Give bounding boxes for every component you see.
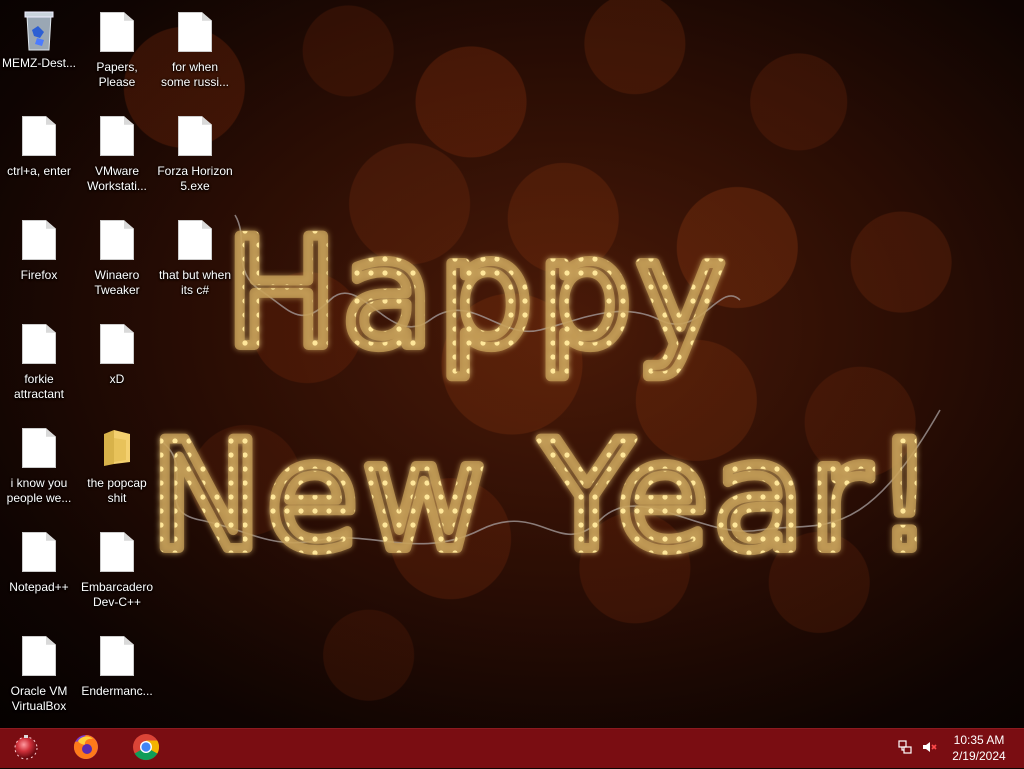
file-icon [178, 12, 212, 52]
file-icon [100, 532, 134, 572]
desktop-icon-label: MEMZ-Dest... [2, 56, 76, 70]
tray-volume-button[interactable] [918, 729, 940, 769]
svg-text:Happy: Happy [225, 207, 729, 381]
clock-time: 10:35 AM [953, 733, 1005, 747]
desktop-icon-papers-please[interactable]: Papers, Please [78, 12, 156, 90]
file-icon [100, 220, 134, 260]
desktop-icon-label: Forza Horizon 5.exe [157, 164, 233, 193]
desktop-icon-label: Oracle VM VirtualBox [10, 684, 68, 713]
svg-text:New Year!: New Year! [150, 410, 939, 584]
desktop-icon-label: that but when its c# [158, 268, 232, 297]
desktop-icon-forza[interactable]: Forza Horizon 5.exe [156, 116, 234, 194]
recycle-bin-icon [22, 8, 56, 51]
file-icon [178, 116, 212, 156]
file-icon [100, 116, 134, 156]
desktop-icon-endermanch[interactable]: Endermanc... [78, 636, 156, 699]
volume-muted-icon [921, 739, 937, 760]
start-button[interactable] [0, 729, 52, 769]
file-icon [22, 428, 56, 468]
desktop-icon-label: Endermanc... [81, 684, 153, 698]
desktop-icon-label: VMware Workstati... [87, 164, 147, 193]
desktop-icon-xd[interactable]: xD [78, 324, 156, 387]
file-icon [178, 220, 212, 260]
desktop-icon-label: forkie attractant [13, 372, 65, 401]
taskbar-chrome-button[interactable] [120, 729, 172, 769]
desktop-icon-label: the popcap shit [87, 476, 147, 505]
firefox-icon [71, 732, 101, 767]
desktop-icon-label: Winaero Tweaker [94, 268, 140, 297]
desktop-icon-for-when[interactable]: for when some russi... [156, 12, 234, 90]
chrome-icon [131, 732, 161, 767]
desktop-icon-label: i know you people we... [6, 476, 72, 505]
wallpaper-text-happy: HappyHappy [220, 202, 730, 386]
file-icon [100, 12, 134, 52]
desktop-icon-virtualbox[interactable]: Oracle VM VirtualBox [0, 636, 78, 714]
file-icon [100, 636, 134, 676]
file-icon [22, 116, 56, 156]
desktop-icon-memz[interactable]: MEMZ-Dest... [0, 8, 78, 71]
tray-clock[interactable]: 10:35 AM 2/19/2024 [946, 732, 1012, 764]
desktop-icon-popcap[interactable]: the popcap shit [78, 428, 156, 506]
desktop-icon-ctrl-a-enter[interactable]: ctrl+a, enter [0, 116, 78, 179]
wallpaper-text-new-year: New Year!New Year! [145, 405, 940, 589]
desktop-icon-winaero[interactable]: Winaero Tweaker [78, 220, 156, 298]
file-icon [22, 532, 56, 572]
start-orb-icon [11, 732, 41, 767]
folder-icon [100, 428, 134, 468]
taskbar: 10:35 AM 2/19/2024 [0, 728, 1024, 768]
desktop-icon-label: Firefox [20, 268, 58, 282]
desktop-icon-notepadpp[interactable]: Notepad++ [0, 532, 78, 595]
desktop-icon-label: Papers, Please [96, 60, 138, 89]
file-icon [22, 220, 56, 260]
desktop-icon-devcpp[interactable]: Embarcadero Dev-C++ [78, 532, 156, 610]
desktop: Happy Happy New Year! New Year! MEMZ-Dest..… [0, 0, 1024, 728]
desktop-icon-that-but[interactable]: that but when its c# [156, 220, 234, 298]
desktop-icon-forkie[interactable]: forkie attractant [0, 324, 78, 402]
desktop-icon-label: Notepad++ [9, 580, 69, 594]
network-icon [897, 739, 913, 760]
file-icon [22, 636, 56, 676]
desktop-icon-i-know[interactable]: i know you people we... [0, 428, 78, 506]
file-icon [100, 324, 134, 364]
clock-date: 2/19/2024 [952, 749, 1006, 763]
desktop-icon-vmware[interactable]: VMware Workstati... [78, 116, 156, 194]
desktop-icon-label: xD [109, 372, 125, 386]
desktop-icon-label: ctrl+a, enter [7, 164, 71, 178]
tray-network-button[interactable] [894, 729, 916, 769]
desktop-icon-firefox[interactable]: Firefox [0, 220, 78, 283]
desktop-icon-label: Embarcadero Dev-C++ [80, 580, 154, 609]
taskbar-firefox-button[interactable] [60, 729, 112, 769]
desktop-icon-label: for when some russi... [160, 60, 229, 89]
file-icon [22, 324, 56, 364]
